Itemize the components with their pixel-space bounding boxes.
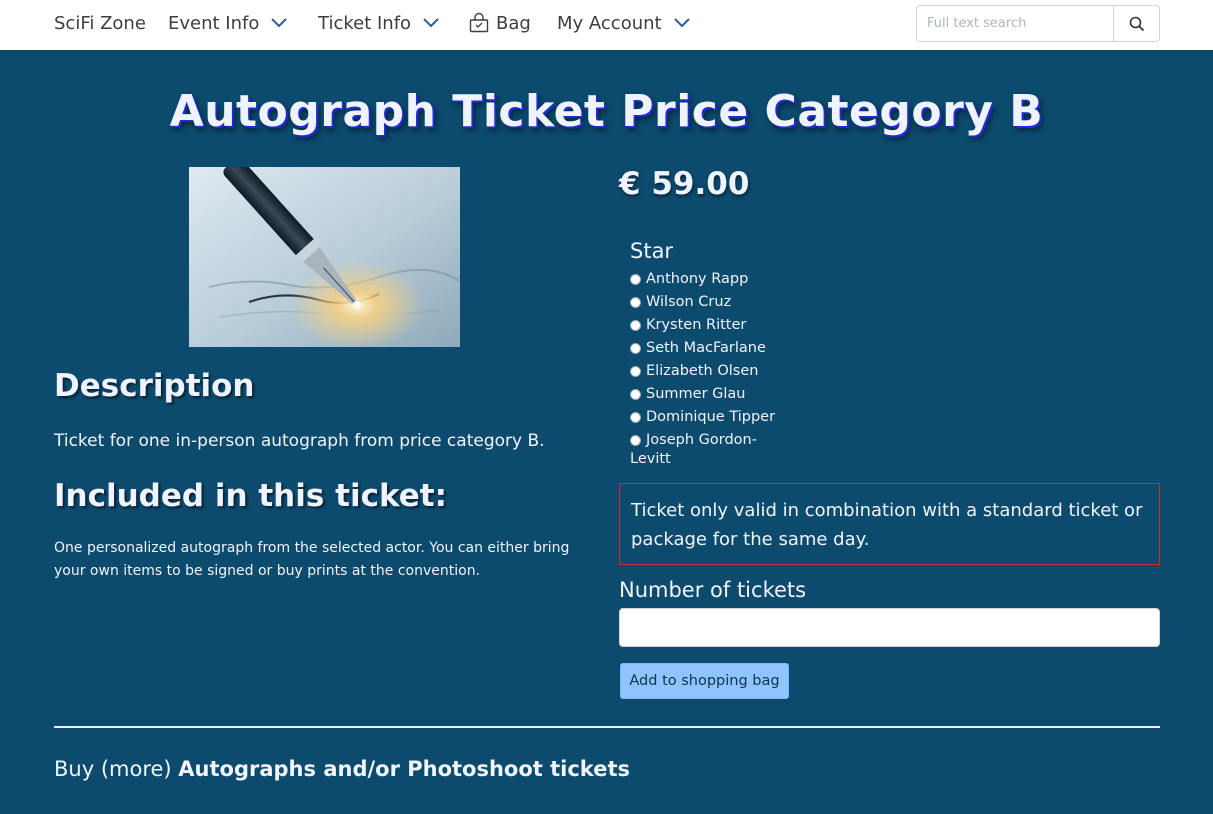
radio-button[interactable] xyxy=(630,320,641,331)
add-to-bag-button[interactable]: Add to shopping bag xyxy=(620,663,789,699)
included-heading: Included in this ticket: xyxy=(54,478,447,514)
radio-button[interactable] xyxy=(630,343,641,354)
star-option[interactable]: Elizabeth Olsen xyxy=(630,362,780,381)
radio-button[interactable] xyxy=(630,435,641,446)
star-option[interactable]: Anthony Rapp xyxy=(630,270,780,289)
divider xyxy=(54,726,1160,728)
star-option[interactable]: Summer Glau xyxy=(630,385,780,404)
shopping-bag-icon xyxy=(469,12,489,33)
product-image xyxy=(189,167,460,347)
nav-my-account[interactable]: My Account xyxy=(557,11,690,35)
search-input[interactable] xyxy=(917,6,1113,41)
nav-bag-label: Bag xyxy=(496,12,531,34)
related-prefix: Buy (more) xyxy=(54,757,172,781)
radio-button[interactable] xyxy=(630,389,641,400)
nav-ticket-info[interactable]: Ticket Info xyxy=(318,11,439,35)
nav-ticket-info-label: Ticket Info xyxy=(318,12,412,34)
nav-bag[interactable]: Bag xyxy=(468,11,531,35)
description-text: Ticket for one in-person autograph from … xyxy=(54,431,545,451)
star-option-label: Joseph Gordon-Levitt xyxy=(630,432,757,467)
top-navbar: SciFi Zone Event Info Ticket Info Bag My… xyxy=(0,0,1213,50)
star-option[interactable]: Wilson Cruz xyxy=(630,293,780,312)
radio-button[interactable] xyxy=(630,297,641,308)
star-option-label: Seth MacFarlane xyxy=(646,340,766,356)
nav-my-account-label: My Account xyxy=(557,12,662,34)
radio-button[interactable] xyxy=(630,412,641,423)
star-label: Star xyxy=(630,239,674,263)
search-button[interactable] xyxy=(1113,6,1159,41)
quantity-input[interactable] xyxy=(619,608,1160,647)
page-title: Autograph Ticket Price Category B xyxy=(169,86,1044,137)
nav-event-info[interactable]: Event Info xyxy=(168,11,288,35)
brand-label: SciFi Zone xyxy=(54,12,146,34)
radio-button[interactable] xyxy=(630,274,641,285)
search-icon xyxy=(1129,16,1144,31)
star-option-label: Elizabeth Olsen xyxy=(646,363,759,379)
star-option-label: Dominique Tipper xyxy=(646,409,776,425)
star-option-label: Krysten Ritter xyxy=(646,317,747,333)
star-option-label: Anthony Rapp xyxy=(646,271,749,287)
star-option-label: Summer Glau xyxy=(646,386,746,402)
included-text: One personalized autograph from the sele… xyxy=(54,540,570,579)
fountain-pen-image xyxy=(189,167,460,347)
search-box xyxy=(916,5,1160,42)
related-bold: Autographs and/or Photoshoot tickets xyxy=(178,757,630,781)
star-option[interactable]: Krysten Ritter xyxy=(630,316,780,335)
quantity-label: Number of tickets xyxy=(619,578,807,602)
radio-button[interactable] xyxy=(630,366,641,377)
chevron-down-icon xyxy=(673,18,690,28)
related-tickets-link[interactable]: Buy (more) Autographs and/or Photoshoot … xyxy=(54,757,630,781)
description-heading: Description xyxy=(54,368,255,404)
chevron-down-icon xyxy=(423,18,439,28)
validity-notice: Ticket only valid in combination with a … xyxy=(619,483,1160,565)
nav-event-info-label: Event Info xyxy=(168,12,260,34)
star-option-label: Wilson Cruz xyxy=(646,294,732,310)
star-option[interactable]: Joseph Gordon-Levitt xyxy=(630,431,780,469)
product-price: € 59.00 xyxy=(619,166,750,202)
star-option[interactable]: Dominique Tipper xyxy=(630,408,780,427)
star-radio-group: Anthony Rapp Wilson Cruz Krysten Ritter … xyxy=(630,270,780,469)
brand-link[interactable]: SciFi Zone xyxy=(54,11,146,35)
chevron-down-icon xyxy=(271,18,288,28)
star-option[interactable]: Seth MacFarlane xyxy=(630,339,780,358)
